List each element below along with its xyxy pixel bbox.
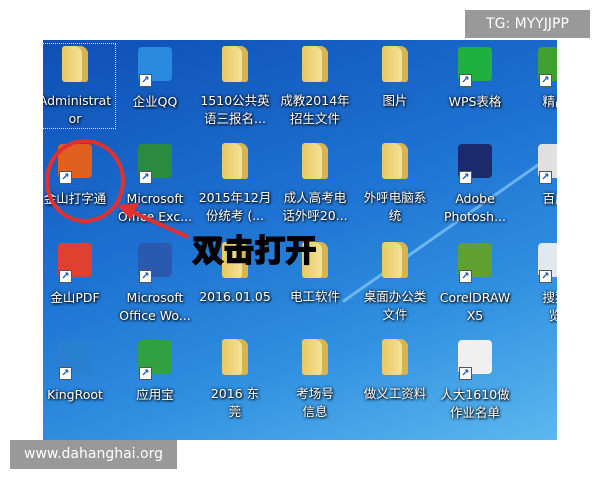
desktop: Administrat or ↗ 企业QQ 1510公共英 语三报名... 成教2014… <box>43 40 557 440</box>
watermark: www.dahanghai.org <box>10 440 177 469</box>
badge: TG: MYYJJPP <box>465 10 590 38</box>
callout-text: 双击打开 <box>192 233 317 270</box>
